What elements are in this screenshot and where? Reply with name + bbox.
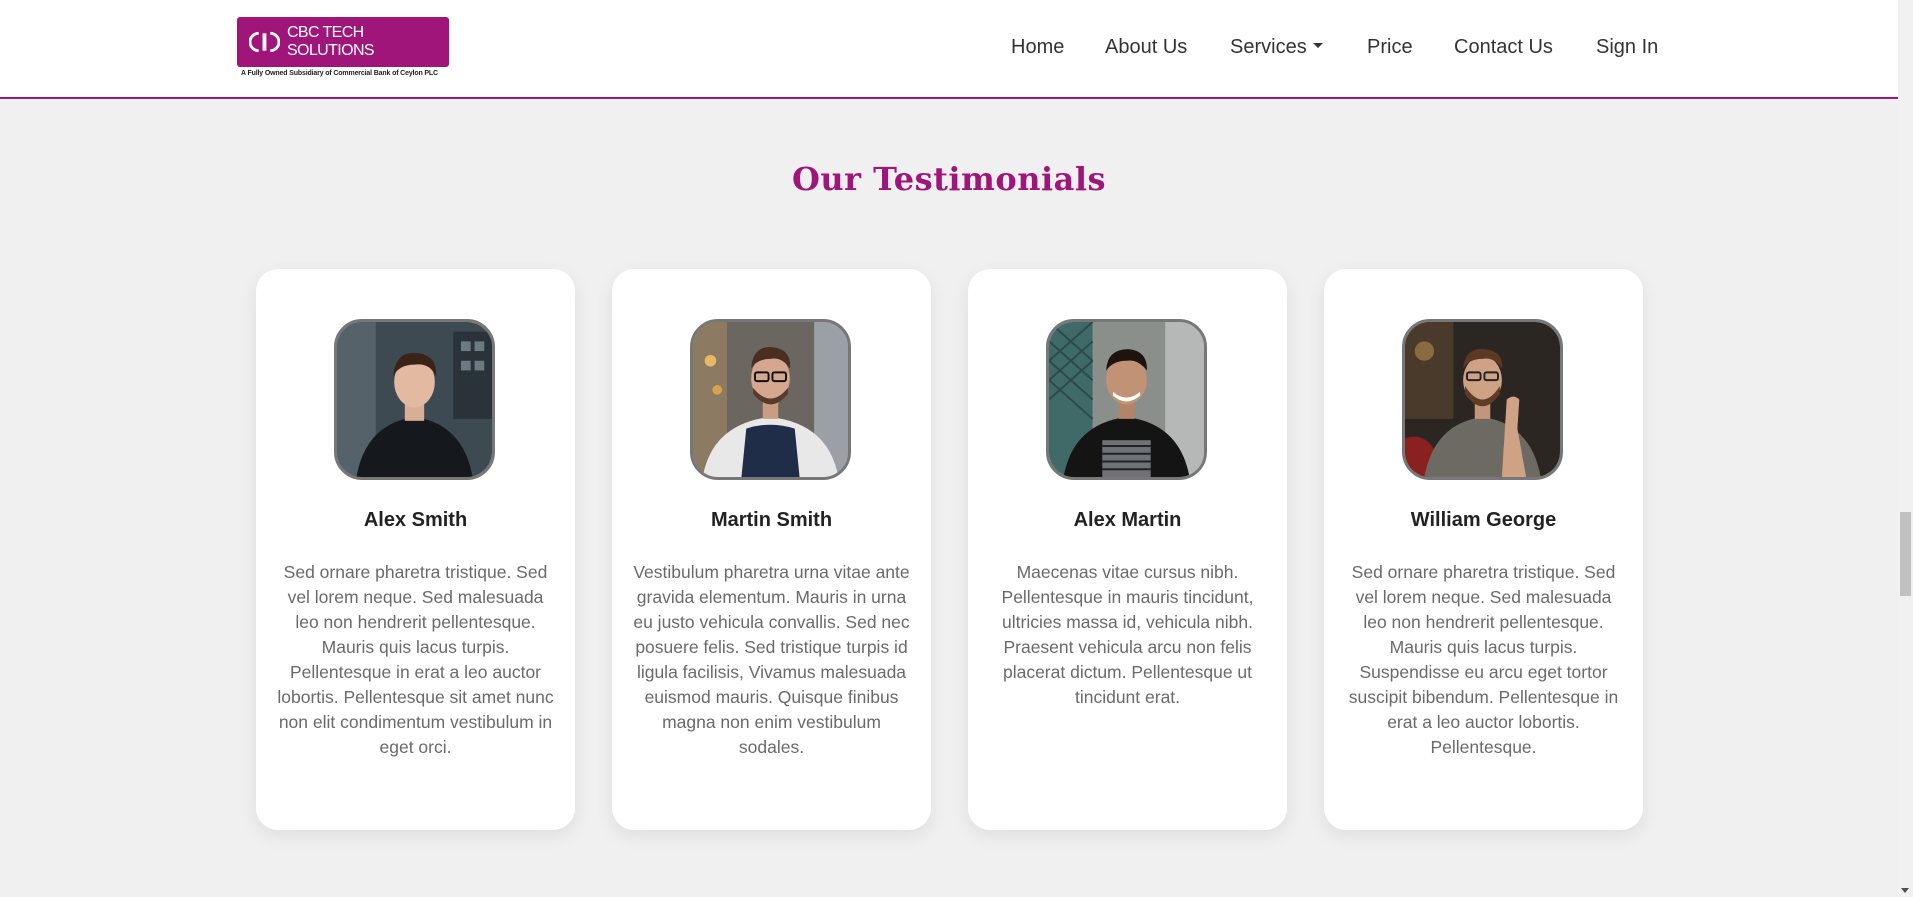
testimonial-text: Sed ornare pharetra tristique. Sed vel l…	[1348, 562, 1619, 757]
avatar	[1402, 319, 1563, 480]
nav-about-us[interactable]: About Us	[1105, 36, 1187, 59]
site-header: CBC TECH SOLUTIONS A Fully Owned Subsidi…	[0, 0, 1898, 99]
testimonial-text: Sed ornare pharetra tristique. Sed vel l…	[277, 562, 554, 757]
testimonial-name: Martin Smith	[710, 509, 833, 531]
avatar-photo-icon	[1049, 322, 1204, 477]
avatar	[1046, 319, 1207, 480]
avatar-photo-icon	[337, 322, 492, 477]
testimonial-name: Alex Smith	[363, 509, 468, 531]
nav-home[interactable]: Home	[1011, 36, 1064, 59]
nav-price[interactable]: Price	[1367, 36, 1413, 59]
caret-down-icon	[1312, 43, 1323, 49]
main-nav: Home About Us Services Price Contact Us …	[0, 36, 1898, 60]
testimonial-text: Maecenas vitae cursus nibh. Pellentesque…	[1001, 562, 1254, 707]
testimonial-name: Alex Martin	[1073, 509, 1182, 531]
testimonial-card: Alex Smith Sed ornare pharetra tristique…	[256, 269, 575, 830]
nav-contact-us[interactable]: Contact Us	[1454, 36, 1553, 59]
avatar-photo-icon	[1405, 322, 1560, 477]
nav-sign-in[interactable]: Sign In	[1596, 36, 1658, 59]
avatar	[690, 319, 851, 480]
avatar-photo-icon	[693, 322, 848, 477]
logo-subtitle: A Fully Owned Subsidiary of Commercial B…	[241, 70, 438, 77]
testimonial-name: William George	[1410, 509, 1557, 531]
nav-services[interactable]: Services	[1230, 36, 1323, 59]
scrollbar-thumb[interactable]	[1900, 512, 1911, 596]
testimonial-card: Martin Smith Vestibulum pharetra urna vi…	[612, 269, 931, 830]
testimonial-card: William George Sed ornare pharetra trist…	[1324, 269, 1643, 830]
nav-services-label: Services	[1230, 36, 1307, 58]
testimonial-text: Vestibulum pharetra urna vitae ante grav…	[633, 562, 910, 757]
section-title: Our Testimonials	[791, 160, 1107, 198]
testimonial-card: Alex Martin Maecenas vitae cursus nibh. …	[968, 269, 1287, 830]
scroll-down-icon[interactable]	[1901, 888, 1909, 893]
page-scrollbar[interactable]	[1898, 0, 1913, 897]
avatar	[334, 319, 495, 480]
